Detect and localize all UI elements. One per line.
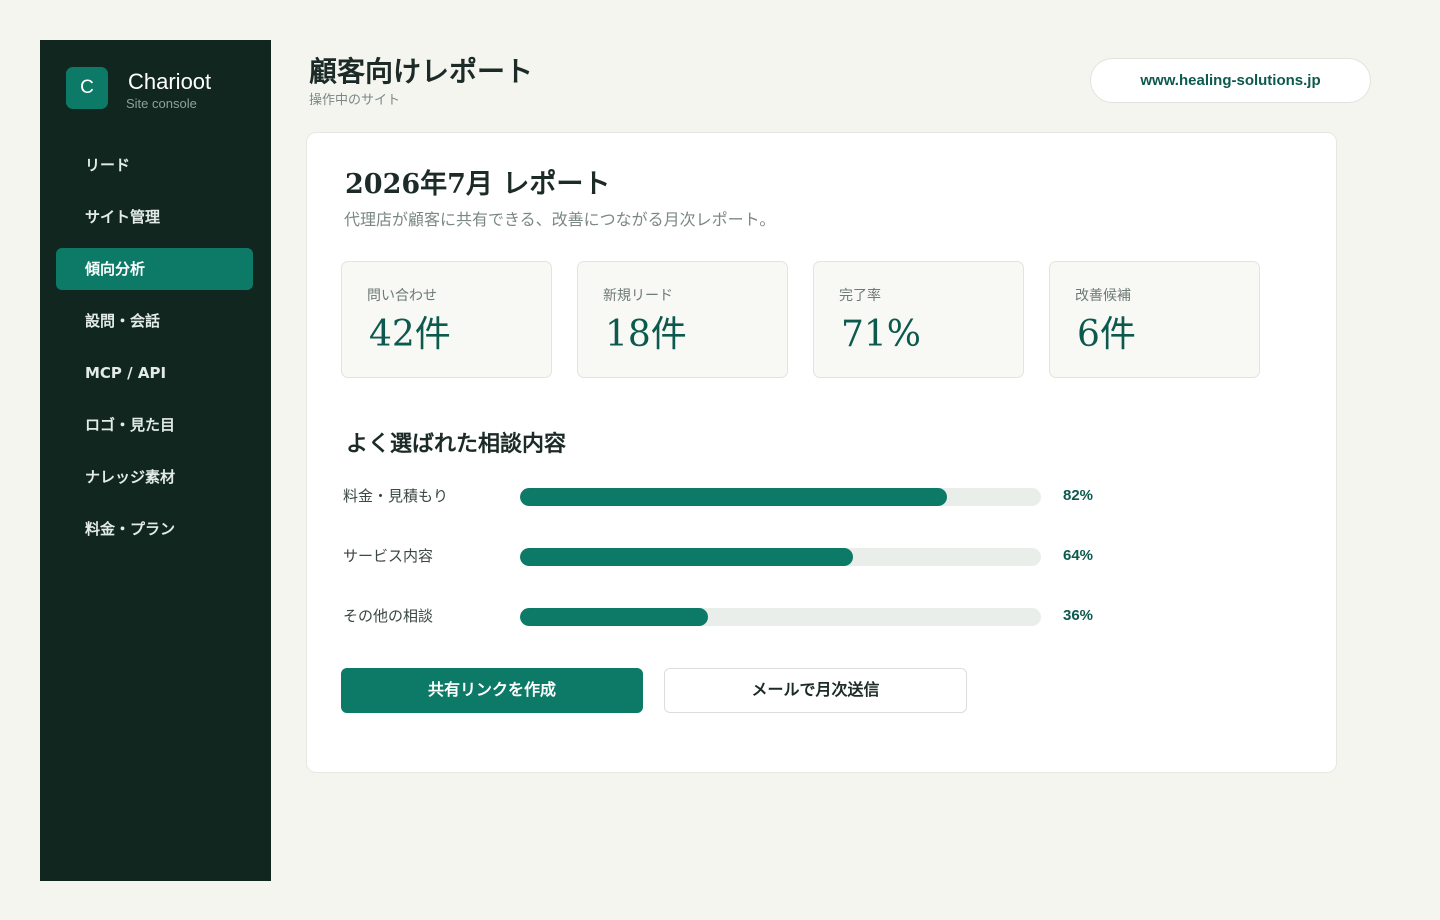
brand[interactable]: C Charioot Site console [66,67,256,115]
stat-label: 改善候補 [1075,288,1131,304]
sidebar-item-knowledge-materials[interactable]: ナレッジ素材 [56,456,253,498]
page-title: 顧客向けレポート [309,55,534,88]
progress-track [520,608,1041,626]
stat-value: 18件 [605,314,687,355]
site-selector[interactable]: www.healing-solutions.jp [1090,58,1371,103]
brand-logo: C [66,67,108,109]
progress-track [520,488,1041,506]
progress-fill [520,548,854,566]
topic-row: その他の相談 36% [343,603,1123,663]
topic-label: サービス内容 [343,547,434,565]
sidebar: C Charioot Site console リード サイト管理 傾向分析 設… [40,40,271,881]
brand-subtitle: Site console [126,96,197,111]
report-title: 2026年7月 レポート [345,169,611,200]
send-monthly-email-button[interactable]: メールで月次送信 [664,668,967,713]
progress-fill [520,608,708,626]
sidebar-item-trend-analysis[interactable]: 傾向分析 [56,248,253,290]
sidebar-item-leads[interactable]: リード [56,144,253,186]
stats-row: 問い合わせ 42件 新規リード 18件 完了率 71% 改善候補 6件 [341,261,1261,378]
topic-percent: 64% [1063,547,1094,564]
section-title: よく選ばれた相談内容 [346,431,567,457]
stat-label: 完了率 [839,288,881,304]
topic-row: サービス内容 64% [343,543,1123,603]
stat-value: 6件 [1077,314,1136,355]
topic-label: 料金・見積もり [343,487,449,505]
sidebar-item-site-management[interactable]: サイト管理 [56,196,253,238]
stat-label: 問い合わせ [367,288,437,304]
topic-percent: 36% [1063,607,1094,624]
stat-card-improvement-candidates: 改善候補 6件 [1049,261,1260,378]
stat-card-inquiries: 問い合わせ 42件 [341,261,552,378]
topic-row: 料金・見積もり 82% [343,483,1123,543]
progress-fill [520,488,948,506]
sidebar-item-logo-appearance[interactable]: ロゴ・見た目 [56,404,253,446]
stat-card-completion-rate: 完了率 71% [813,261,1024,378]
stat-value: 42件 [369,314,451,355]
sidebar-nav: リード サイト管理 傾向分析 設問・会話 MCP / API ロゴ・見た目 ナレ… [56,144,253,560]
progress-track [520,548,1041,566]
stat-value: 71% [841,314,922,355]
topic-bars: 料金・見積もり 82% サービス内容 64% その他の相談 36% [343,483,1123,663]
sidebar-item-pricing-plans[interactable]: 料金・プラン [56,508,253,550]
sidebar-item-mcp-api[interactable]: MCP / API [56,352,253,394]
create-share-link-button[interactable]: 共有リンクを作成 [341,668,643,713]
report-card: 2026年7月 レポート 代理店が顧客に共有できる、改善につながる月次レポート。… [306,132,1337,773]
stat-label: 新規リード [603,288,673,304]
report-description: 代理店が顧客に共有できる、改善につながる月次レポート。 [344,210,776,229]
page-subtitle: 操作中のサイト [309,93,401,108]
sidebar-item-questions-conversations[interactable]: 設問・会話 [56,300,253,342]
topic-label: その他の相談 [343,607,434,625]
stat-card-new-leads: 新規リード 18件 [577,261,788,378]
topic-percent: 82% [1063,487,1094,504]
brand-name: Charioot [128,69,212,94]
